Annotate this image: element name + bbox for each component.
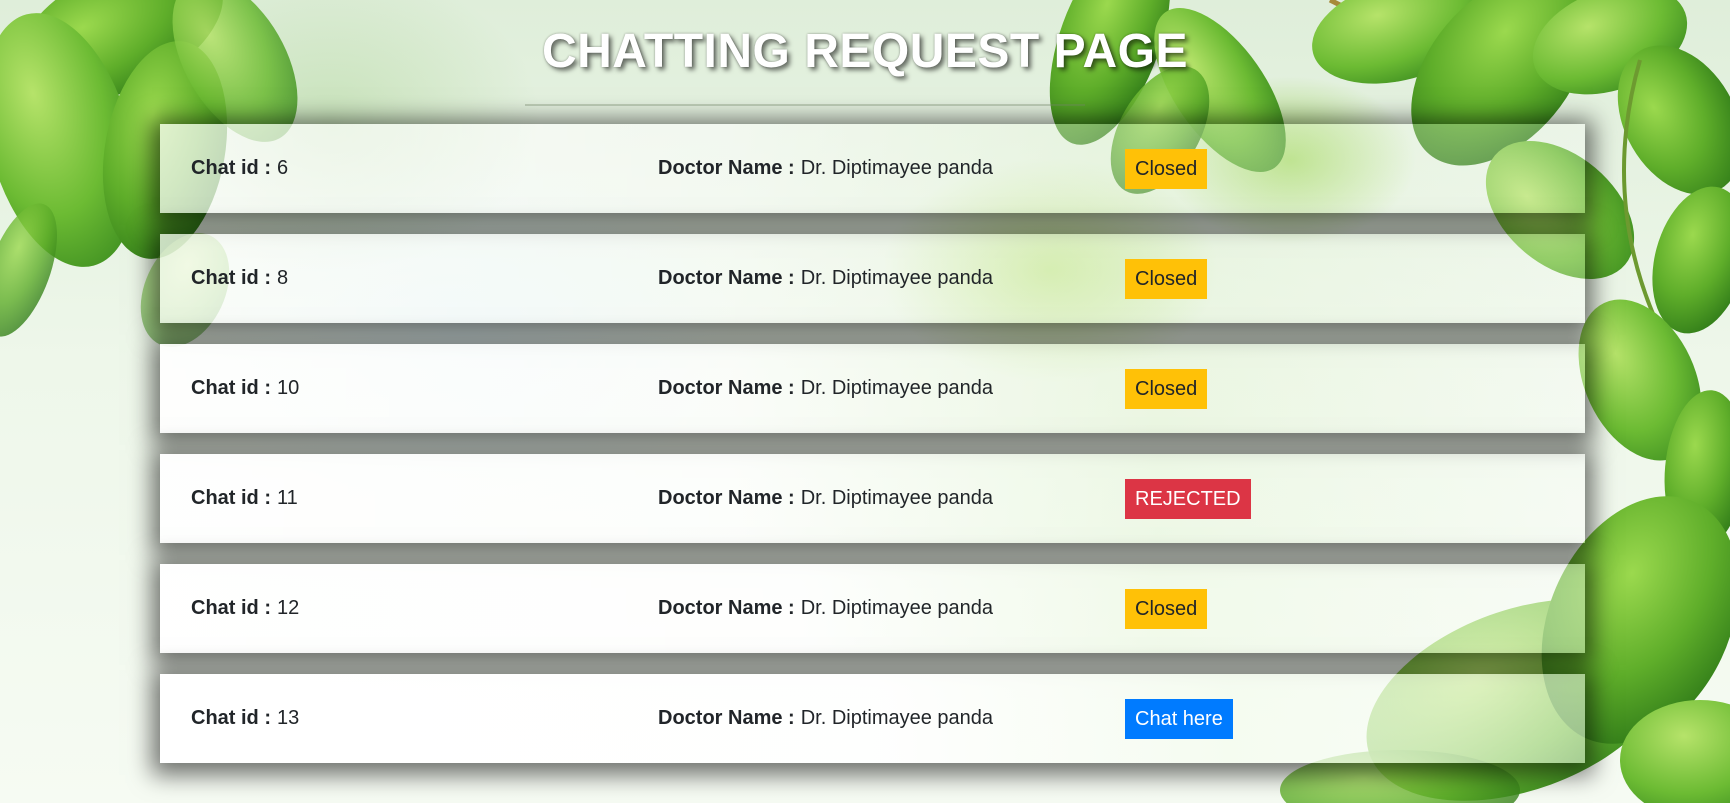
chat-request-row: Chat id : 10 Doctor Name : Dr. Diptimaye…: [160, 344, 1585, 433]
chat-id-label: Chat id :: [191, 487, 271, 509]
chat-id-label: Chat id :: [191, 597, 271, 619]
status-cell: Closed: [1125, 564, 1208, 653]
doctor-name-label: Doctor Name :: [658, 157, 795, 179]
status-cell: Closed: [1125, 124, 1208, 213]
doctor-name-cell: Doctor Name : Dr. Diptimayee panda: [658, 234, 993, 323]
status-badge-rejected: REJECTED: [1125, 478, 1251, 519]
chat-id-cell: Chat id : 10: [191, 344, 299, 433]
doctor-name-cell: Doctor Name : Dr. Diptimayee panda: [658, 454, 993, 543]
doctor-name-value: Dr. Diptimayee panda: [800, 267, 994, 289]
status-badge-closed: Closed: [1125, 588, 1208, 629]
status-badge-closed: Closed: [1125, 368, 1208, 409]
chat-request-row: Chat id : 11 Doctor Name : Dr. Diptimaye…: [160, 454, 1585, 543]
chat-id-label: Chat id :: [191, 707, 271, 729]
chat-id-label: Chat id :: [191, 267, 271, 289]
chat-request-row: Chat id : 8 Doctor Name : Dr. Diptimayee…: [160, 234, 1585, 323]
status-cell: Closed: [1125, 344, 1208, 433]
doctor-name-label: Doctor Name :: [658, 597, 795, 619]
doctor-name-value: Dr. Diptimayee panda: [800, 157, 994, 179]
doctor-name-label: Doctor Name :: [658, 707, 795, 729]
chat-id-value: 6: [277, 157, 289, 179]
status-cell: REJECTED: [1125, 454, 1251, 543]
doctor-name-cell: Doctor Name : Dr. Diptimayee panda: [658, 564, 993, 653]
status-cell: Chat here: [1125, 674, 1233, 763]
chat-id-cell: Chat id : 6: [191, 124, 288, 213]
doctor-name-cell: Doctor Name : Dr. Diptimayee panda: [658, 344, 993, 433]
doctor-name-label: Doctor Name :: [658, 487, 795, 509]
title-divider: [525, 104, 1085, 106]
chat-request-row: Chat id : 13 Doctor Name : Dr. Diptimaye…: [160, 674, 1585, 763]
chat-request-page: CHATTING REQUEST PAGE Chat id : 6 Doctor…: [0, 0, 1730, 803]
chat-request-row: Chat id : 12 Doctor Name : Dr. Diptimaye…: [160, 564, 1585, 653]
doctor-name-value: Dr. Diptimayee panda: [800, 707, 994, 729]
status-badge-closed: Closed: [1125, 148, 1208, 189]
chat-id-cell: Chat id : 12: [191, 564, 299, 653]
chat-id-label: Chat id :: [191, 157, 271, 179]
chat-id-value: 11: [277, 487, 298, 509]
doctor-name-label: Doctor Name :: [658, 267, 795, 289]
chat-id-cell: Chat id : 11: [191, 454, 298, 543]
chat-id-cell: Chat id : 13: [191, 674, 299, 763]
doctor-name-label: Doctor Name :: [658, 377, 795, 399]
chat-request-row: Chat id : 6 Doctor Name : Dr. Diptimayee…: [160, 124, 1585, 213]
status-cell: Closed: [1125, 234, 1208, 323]
chat-here-button[interactable]: Chat here: [1125, 698, 1233, 739]
chat-id-value: 8: [277, 267, 289, 289]
status-badge-closed: Closed: [1125, 258, 1208, 299]
doctor-name-cell: Doctor Name : Dr. Diptimayee panda: [658, 674, 993, 763]
doctor-name-cell: Doctor Name : Dr. Diptimayee panda: [658, 124, 993, 213]
doctor-name-value: Dr. Diptimayee panda: [800, 597, 994, 619]
doctor-name-value: Dr. Diptimayee panda: [800, 377, 994, 399]
doctor-name-value: Dr. Diptimayee panda: [800, 487, 994, 509]
chat-id-value: 12: [277, 597, 300, 619]
chat-id-cell: Chat id : 8: [191, 234, 288, 323]
chat-id-value: 13: [277, 707, 300, 729]
chat-id-value: 10: [277, 377, 300, 399]
page-title: CHATTING REQUEST PAGE: [541, 25, 1189, 78]
chat-id-label: Chat id :: [191, 377, 271, 399]
chat-request-list: Chat id : 6 Doctor Name : Dr. Diptimayee…: [160, 124, 1585, 784]
